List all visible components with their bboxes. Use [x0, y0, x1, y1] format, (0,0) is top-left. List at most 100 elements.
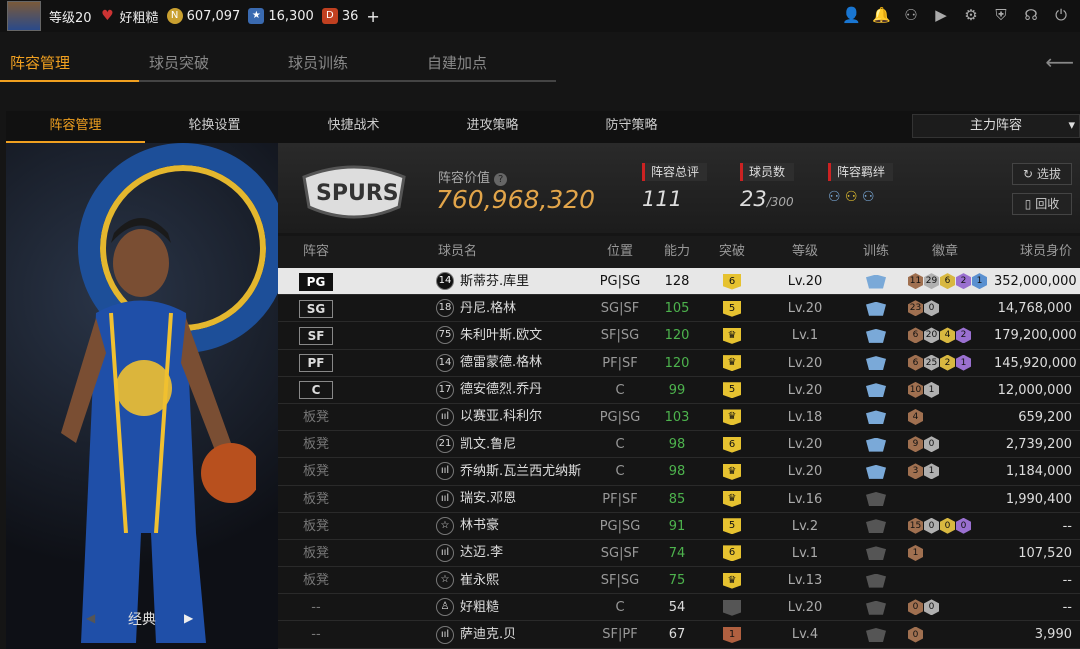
- badge-icon[interactable]: 0: [956, 517, 971, 534]
- badge-icon[interactable]: 2: [956, 327, 971, 344]
- table-row[interactable]: 板凳 ☆ 崔永熙 SF|SG 75 ♛ Lv.13 --: [278, 567, 1080, 595]
- training-icon[interactable]: [866, 519, 886, 534]
- next-arrow-icon[interactable]: ▶: [184, 611, 193, 625]
- back-arrow-icon[interactable]: ⟵: [1045, 50, 1074, 74]
- table-row[interactable]: 板凳 ııl 瑞安.邓恩 PF|SF 85 ♛ Lv.16 1,990,400: [278, 486, 1080, 513]
- badge-icon[interactable]: 6: [940, 273, 955, 290]
- position-cell[interactable]: 板凳: [278, 404, 354, 430]
- table-row[interactable]: PF 14 德雷蒙德.格林 PF|SF 120 ♛ Lv.20 6 25 2 1 145,920,00…: [278, 350, 1080, 377]
- position-cell[interactable]: SG: [278, 295, 354, 321]
- position-cell[interactable]: 板凳: [278, 513, 354, 539]
- badge-icon[interactable]: 2: [940, 354, 955, 371]
- training-icon[interactable]: [866, 437, 886, 452]
- position-cell[interactable]: SF: [278, 322, 354, 348]
- badge-icon[interactable]: 1: [908, 544, 923, 561]
- position-cell[interactable]: 板凳: [278, 431, 354, 457]
- training-icon[interactable]: [866, 492, 886, 506]
- table-row[interactable]: 板凳 21 凯文.鲁尼 C 98 6 Lv.20 9 0 2,739,200: [278, 431, 1080, 459]
- badge-icon[interactable]: 1: [956, 354, 971, 371]
- player-name[interactable]: 凯文.鲁尼: [460, 431, 516, 458]
- player-name[interactable]: 达迈.李: [460, 539, 503, 566]
- position-cell[interactable]: 板凳: [278, 540, 354, 566]
- badge-icon[interactable]: 1: [972, 273, 987, 290]
- badge-icon[interactable]: 0: [908, 626, 923, 643]
- subtab-defense[interactable]: 防守策略: [562, 111, 701, 143]
- recycle-button[interactable]: ▯ 回收: [1012, 193, 1072, 215]
- position-cell[interactable]: --: [278, 594, 354, 620]
- bell-icon[interactable]: 🔔: [872, 6, 891, 24]
- badge-icon[interactable]: 23: [908, 300, 923, 317]
- table-row[interactable]: SF 75 朱利叶斯.欧文 SF|SG 120 ♛ Lv.1 6 20 4 2 179,200,000: [278, 322, 1080, 350]
- badge-icon[interactable]: 6: [908, 354, 923, 371]
- player-name[interactable]: 崔永熙: [460, 567, 499, 594]
- player-name[interactable]: 丹尼.格林: [460, 295, 516, 322]
- training-icon[interactable]: [866, 627, 886, 642]
- select-button[interactable]: ↻ 选拔: [1012, 163, 1072, 185]
- bond-icons[interactable]: ⚇ ⚇ ⚇: [828, 189, 893, 205]
- training-icon[interactable]: [866, 274, 886, 289]
- player-name[interactable]: 好粗糙: [460, 594, 499, 621]
- training-icon[interactable]: [866, 328, 886, 343]
- position-cell[interactable]: PG: [278, 268, 354, 294]
- table-row[interactable]: -- ııl 萨迪克.贝 SF|PF 67 1 Lv.4 0 3,990: [278, 621, 1080, 649]
- position-cell[interactable]: 板凳: [278, 458, 354, 484]
- table-row[interactable]: 板凳 ııl 乔纳斯.瓦兰西尤纳斯 C 98 ♛ Lv.20 3 1 1,184,000: [278, 458, 1080, 486]
- position-cell[interactable]: --: [278, 621, 354, 647]
- player-name[interactable]: 斯蒂芬.库里: [460, 268, 529, 295]
- player-name[interactable]: 以赛亚.科利尔: [460, 403, 542, 430]
- tab-custom[interactable]: 自建加点: [417, 44, 556, 82]
- tab-lineup[interactable]: 阵容管理: [0, 44, 139, 82]
- badge-icon[interactable]: 11: [908, 273, 923, 290]
- player-name[interactable]: 林书豪: [460, 512, 499, 539]
- badge-icon[interactable]: 0: [924, 436, 939, 453]
- badge-icon[interactable]: 1: [924, 463, 939, 480]
- badge-icon[interactable]: 6: [908, 327, 923, 344]
- position-cell[interactable]: 板凳: [278, 567, 354, 593]
- player-name[interactable]: 萨迪克.贝: [460, 621, 516, 648]
- training-icon[interactable]: [866, 383, 886, 398]
- badge-icon[interactable]: 2: [956, 273, 971, 290]
- badge-icon[interactable]: 1: [924, 381, 939, 398]
- player-name[interactable]: 乔纳斯.瓦兰西尤纳斯: [460, 458, 581, 485]
- table-row[interactable]: SG 18 丹尼.格林 SG|SF 105 5 Lv.20 23 0 14,768,000: [278, 295, 1080, 323]
- training-icon[interactable]: [866, 600, 886, 615]
- player-name[interactable]: 德安德烈.乔丹: [460, 376, 542, 403]
- player-name[interactable]: 朱利叶斯.欧文: [460, 322, 542, 349]
- player-name[interactable]: 瑞安.邓恩: [460, 485, 516, 512]
- badge-icon[interactable]: 10: [908, 381, 923, 398]
- badge-icon[interactable]: 4: [940, 327, 955, 344]
- training-icon[interactable]: [866, 356, 886, 371]
- player-name[interactable]: 德雷蒙德.格林: [460, 349, 542, 376]
- table-row[interactable]: 板凳 ııl 以赛亚.科利尔 PG|SG 103 ♛ Lv.18 4 659,200: [278, 403, 1080, 432]
- gear-icon[interactable]: ⚙: [962, 6, 980, 24]
- table-row[interactable]: 板凳 ☆ 林书豪 PG|SG 91 5 Lv.2 15 0 0 0 --: [278, 513, 1080, 540]
- profile-icon[interactable]: 👤: [842, 6, 861, 24]
- add-button[interactable]: +: [366, 7, 379, 26]
- training-icon[interactable]: [866, 546, 886, 561]
- table-row[interactable]: PG 14 斯蒂芬.库里 PG|SG 128 6 Lv.20 11 29 6 2 1 352,000,0…: [278, 268, 1080, 296]
- badge-icon[interactable]: 3: [908, 463, 923, 480]
- badge-icon[interactable]: 20: [924, 327, 939, 344]
- friends-icon[interactable]: ⚇: [902, 6, 920, 24]
- subtab-rotation[interactable]: 轮换设置: [145, 111, 284, 143]
- position-cell[interactable]: PF: [278, 350, 354, 376]
- position-cell[interactable]: C: [278, 377, 354, 403]
- subtab-lineup[interactable]: 阵容管理: [6, 111, 145, 143]
- badge-icon[interactable]: 0: [924, 300, 939, 317]
- badge-icon[interactable]: 29: [924, 273, 939, 290]
- training-icon[interactable]: [866, 464, 886, 479]
- badge-icon[interactable]: 4: [908, 409, 923, 426]
- position-cell[interactable]: 板凳: [278, 486, 354, 512]
- badge-icon[interactable]: 0: [908, 599, 923, 616]
- table-row[interactable]: 板凳 ııl 达迈.李 SG|SF 74 6 Lv.1 1 107,520: [278, 539, 1080, 568]
- video-icon[interactable]: ▶: [932, 6, 950, 24]
- training-icon[interactable]: [866, 410, 886, 425]
- table-row[interactable]: C 17 德安德烈.乔丹 C 99 5 Lv.20 10 1 12,000,000: [278, 377, 1080, 404]
- table-row[interactable]: -- ♙ 好粗糙 C 54 Lv.20 0 0 --: [278, 594, 1080, 622]
- subtab-offense[interactable]: 进攻策略: [423, 111, 562, 143]
- avatar[interactable]: [7, 1, 41, 31]
- badge-icon[interactable]: 0: [940, 517, 955, 534]
- tab-breakthrough[interactable]: 球员突破: [139, 44, 278, 82]
- badge-icon[interactable]: 9: [908, 436, 923, 453]
- badge-icon[interactable]: 0: [924, 599, 939, 616]
